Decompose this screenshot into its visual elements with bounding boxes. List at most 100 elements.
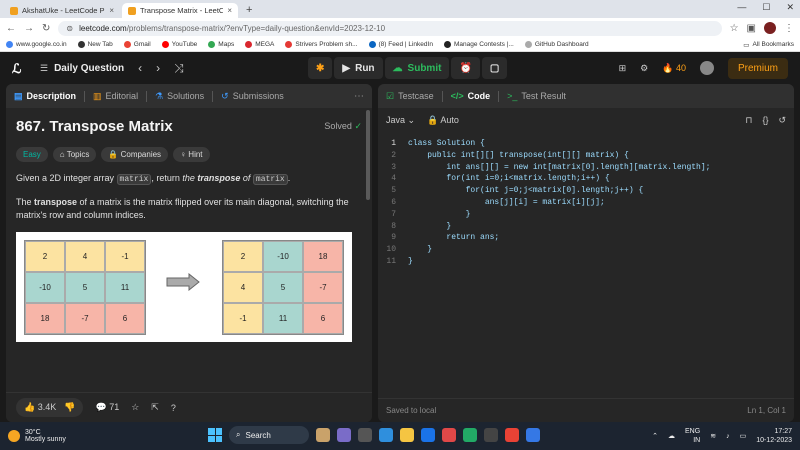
bookmark-google[interactable]: www.google.co.in <box>6 41 67 48</box>
bookmark-github[interactable]: GitHub Dashboard <box>524 41 589 48</box>
browser-tab-profile[interactable]: AkshatUke - LeetCode Profile× <box>4 3 120 18</box>
tray-chevron-icon[interactable]: ⌃ <box>652 432 658 440</box>
shuffle-icon[interactable]: ⤨ <box>174 61 184 76</box>
windows-start-icon[interactable] <box>208 428 222 442</box>
code-line[interactable]: 10 } <box>378 244 794 256</box>
tab-code[interactable]: </> Code <box>451 91 491 101</box>
store-icon[interactable] <box>421 428 435 442</box>
mcafee-icon[interactable] <box>442 428 456 442</box>
comments-button[interactable]: 💬 71 <box>95 402 119 413</box>
problem-title[interactable]: 867. Transpose Matrix <box>16 118 173 135</box>
language-indicator[interactable]: ENG IN <box>685 427 700 445</box>
timer-button[interactable]: ⏰ <box>451 57 480 79</box>
reload-icon[interactable]: ↻ <box>42 23 50 34</box>
more-options-icon[interactable]: ⋯ <box>354 91 364 102</box>
streak-counter[interactable]: 🔥 40 <box>662 63 686 74</box>
teams-icon[interactable] <box>337 428 351 442</box>
code-line[interactable]: 4 for(int i=0;i<matrix.length;i++) { <box>378 173 794 185</box>
scrollbar[interactable] <box>366 110 370 410</box>
site-info-icon[interactable]: ⊜ <box>66 24 73 33</box>
url-bar[interactable]: ⊜ leetcode.com/problems/transpose-matrix… <box>58 20 722 36</box>
notes-button[interactable]: ▢ <box>481 57 508 79</box>
news-icon[interactable] <box>316 428 330 442</box>
close-tab-icon[interactable]: × <box>227 6 232 15</box>
bookmark-icon[interactable]: ⊓ <box>745 115 752 126</box>
code-line[interactable]: 6 ans[j][i] = matrix[i][j]; <box>378 197 794 209</box>
topics-tag[interactable]: ⌂ Topics <box>52 147 97 162</box>
all-bookmarks[interactable]: ▭ All Bookmarks <box>743 41 794 49</box>
app-icon[interactable] <box>484 428 498 442</box>
premium-button[interactable]: Premium <box>727 57 788 79</box>
code-line[interactable]: 3 int ans[][] = new int[matrix[0].length… <box>378 162 794 174</box>
close-tab-icon[interactable]: × <box>109 6 114 15</box>
code-line[interactable]: 1 class Solution { <box>378 138 794 150</box>
code-line[interactable]: 5 for(int j=0;j<matrix[0].length;j++) { <box>378 185 794 197</box>
layout-grid-icon[interactable]: ⊞ <box>619 63 627 74</box>
prev-problem-icon[interactable]: ‹ <box>138 61 142 75</box>
daily-question-title[interactable]: Daily Question <box>54 63 124 74</box>
tab-description[interactable]: ▤ Description <box>14 91 76 102</box>
whatsapp-icon[interactable] <box>463 428 477 442</box>
debug-button[interactable]: ✱ <box>308 57 333 79</box>
new-tab-button[interactable]: + <box>240 3 258 18</box>
volume-icon[interactable]: ♪ <box>726 433 730 440</box>
star-icon[interactable]: ☆ <box>131 402 139 413</box>
close-window-icon[interactable]: ✕ <box>786 2 794 13</box>
bookmark-mega[interactable]: MEGA <box>245 41 274 48</box>
auto-mode[interactable]: 🔒 Auto <box>427 115 459 126</box>
tab-solutions[interactable]: ⚗ Solutions <box>155 91 204 102</box>
settings-gear-icon[interactable]: ⚙ <box>640 63 648 74</box>
file-explorer-icon[interactable] <box>400 428 414 442</box>
back-icon[interactable]: ← <box>6 23 16 34</box>
menu-icon[interactable]: ⋮ <box>784 23 794 34</box>
weather-widget[interactable]: 30°C Mostly sunny <box>8 429 66 443</box>
code-line[interactable]: 11} <box>378 256 794 268</box>
profile-avatar[interactable] <box>764 22 776 34</box>
language-select[interactable]: Java ⌄ <box>386 115 415 126</box>
tab-editorial[interactable]: ▥ Editorial <box>93 91 138 102</box>
code-line[interactable]: 9 return ans; <box>378 232 794 244</box>
companies-tag[interactable]: 🔒 Companies <box>101 147 169 162</box>
tab-test-result[interactable]: >_ Test Result <box>507 91 566 101</box>
bookmark-star-icon[interactable]: ☆ <box>730 23 739 34</box>
code-editor[interactable]: 1 class Solution {2 public int[][] transp… <box>378 132 794 268</box>
forward-icon[interactable]: → <box>24 23 34 34</box>
bookmark-newtab[interactable]: New Tab <box>77 41 113 48</box>
edge-icon[interactable] <box>379 428 393 442</box>
browser-tab-transpose[interactable]: Transpose Matrix - LeetCode× <box>122 3 238 18</box>
reset-icon[interactable]: ↺ <box>778 115 786 126</box>
code-line[interactable]: 7 } <box>378 209 794 221</box>
help-icon[interactable]: ? <box>171 403 176 413</box>
vscode-icon[interactable] <box>526 428 540 442</box>
bookmark-linkedin[interactable]: (8) Feed | LinkedIn <box>368 41 433 48</box>
thumbs-down-icon[interactable]: 👎 <box>64 402 75 413</box>
submit-button[interactable]: ☁ Submit <box>384 57 450 79</box>
user-avatar[interactable] <box>699 61 714 75</box>
share-icon[interactable]: ⇱ <box>151 402 159 413</box>
chrome-icon[interactable] <box>505 428 519 442</box>
maximize-icon[interactable]: ☐ <box>762 2 770 13</box>
tab-submissions[interactable]: ↺ Submissions <box>221 91 284 102</box>
format-braces-icon[interactable]: {} <box>762 115 768 126</box>
bookmark-strivers[interactable]: Strivers Problem sh... <box>285 41 358 48</box>
hint-tag[interactable]: ♀ Hint <box>173 147 210 162</box>
bookmark-contests[interactable]: Manage Contests |... <box>443 41 514 48</box>
code-line[interactable]: 8 } <box>378 221 794 233</box>
run-button[interactable]: ▶ Run <box>334 57 383 79</box>
battery-icon[interactable]: ▭ <box>740 432 747 440</box>
wifi-icon[interactable]: ≋ <box>710 432 716 440</box>
bookmark-gmail[interactable]: Gmail <box>123 41 151 48</box>
leetcode-logo-icon[interactable]: ℒ <box>12 61 26 76</box>
next-problem-icon[interactable]: › <box>156 61 160 75</box>
clock[interactable]: 17:27 10-12-2023 <box>756 427 792 445</box>
tab-testcase[interactable]: ☑ Testcase <box>386 91 434 102</box>
problem-list-icon[interactable]: ☰ <box>40 63 48 74</box>
minimize-icon[interactable]: — <box>737 2 746 13</box>
cloud-icon[interactable]: ☁ <box>668 432 675 440</box>
taskbar-search[interactable]: ⌕ Search <box>229 426 309 444</box>
sidepanel-icon[interactable]: ▣ <box>747 23 756 34</box>
bookmark-youtube[interactable]: YouTube <box>161 41 197 48</box>
task-view-icon[interactable] <box>358 428 372 442</box>
like-button[interactable]: 👍 3.4K <box>24 402 56 413</box>
code-line[interactable]: 2 public int[][] transpose(int[][] matri… <box>378 150 794 162</box>
